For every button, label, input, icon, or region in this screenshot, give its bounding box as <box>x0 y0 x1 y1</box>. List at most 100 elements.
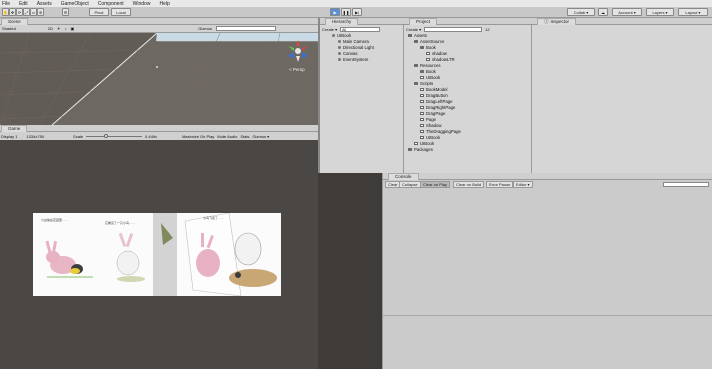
project-item[interactable]: shadowLTR <box>426 57 455 62</box>
account-button[interactable]: Account ▾ <box>612 8 642 16</box>
project-item[interactable]: Resources <box>414 63 441 68</box>
play-icon[interactable]: ▶ <box>330 8 340 16</box>
script-icon <box>420 94 424 98</box>
hierarchy-item[interactable]: Canvas <box>338 51 358 56</box>
hierarchy-item[interactable]: Main Camera <box>338 39 369 44</box>
scale-slider-handle[interactable] <box>104 133 109 138</box>
hierarchy-search-input[interactable]: All <box>340 26 381 32</box>
console-clear-on-build-button[interactable]: Clear on Build <box>453 181 485 188</box>
mute-audio-toggle[interactable]: Mute Audio <box>217 134 237 139</box>
project-item[interactable]: AssetSource <box>414 39 444 44</box>
project-item[interactable]: BookModel <box>420 87 448 92</box>
project-item[interactable]: UIBook <box>420 75 440 80</box>
project-item[interactable]: Book <box>420 69 436 74</box>
menu-component[interactable]: Component <box>98 1 124 7</box>
project-item-label: Page <box>426 117 437 122</box>
persp-label[interactable]: < Persp <box>289 67 305 72</box>
file-icon <box>414 142 418 146</box>
tab-project[interactable]: Project <box>409 17 438 25</box>
project-item[interactable]: UIBook <box>414 141 434 146</box>
game-viewport[interactable]: 小白兔在花园里…… 它看见了一只小鸟…… 小鸟飞走了…… <box>0 140 318 369</box>
collab-button[interactable]: Collab ▾ <box>567 8 595 16</box>
console-editor-dropdown[interactable]: Editor ▾ <box>513 181 533 188</box>
layout-button[interactable]: Layout ▾ <box>678 8 708 16</box>
project-tab-label: Project <box>416 19 431 24</box>
project-create-button[interactable]: Create ▾ <box>406 27 421 32</box>
project-item[interactable]: UIBook <box>420 135 440 140</box>
menu-file[interactable]: File <box>2 1 10 7</box>
project-item[interactable]: DragPage <box>420 111 445 116</box>
project-item[interactable]: TheDraggingPage <box>420 129 461 134</box>
menu-bar: File Edit Assets GameObject Component Wi… <box>0 0 712 7</box>
project-item-label: shadowLTR <box>432 57 455 62</box>
project-item[interactable]: Shadow <box>420 123 442 128</box>
audio-icon[interactable]: ♪ <box>65 26 67 31</box>
project-item[interactable]: Book <box>420 45 436 50</box>
local-button[interactable]: Local <box>111 8 131 16</box>
tab-inspector[interactable]: ⓘ Inspector <box>537 17 577 25</box>
transform-tool-icon[interactable]: ⊕ <box>37 8 44 16</box>
project-item-label: Resources <box>420 63 441 68</box>
scale-tool-icon[interactable]: ⤢ <box>23 8 30 16</box>
project-item[interactable]: shadow <box>426 51 447 56</box>
pivot-button[interactable]: Pivot <box>89 8 109 16</box>
script-icon <box>420 124 424 128</box>
project-item[interactable]: Scripts <box>414 81 433 86</box>
hierarchy-tab-label: Hierarchy <box>332 19 352 24</box>
hierarchy-item[interactable]: UIBook <box>332 33 351 38</box>
tab-scene[interactable]: Scene <box>1 17 28 25</box>
display-dropdown[interactable]: Display 1 <box>1 134 17 139</box>
hierarchy-item-label: EventSystem <box>343 57 369 62</box>
custom-tool-icon[interactable]: ⚙ <box>62 8 69 16</box>
menu-window[interactable]: Window <box>133 1 151 7</box>
project-item[interactable]: Page <box>420 117 436 122</box>
layers-button[interactable]: Layers ▾ <box>646 8 674 16</box>
scene-orientation-gizmo[interactable] <box>286 39 310 63</box>
tab-game[interactable]: Game <box>1 124 28 132</box>
tab-console[interactable]: Console <box>388 172 419 180</box>
hand-tool-icon[interactable]: ✋ <box>2 8 9 16</box>
project-search-input[interactable] <box>424 26 483 32</box>
hierarchy-item[interactable]: Directional Light <box>338 45 374 50</box>
scene-viewport[interactable]: < Persp <box>0 33 318 125</box>
rect-tool-icon[interactable]: ▭ <box>30 8 37 16</box>
menu-edit[interactable]: Edit <box>19 1 28 7</box>
project-item-label: Shadow <box>426 123 442 128</box>
menu-assets[interactable]: Assets <box>37 1 52 7</box>
project-item[interactable]: DragButton <box>420 93 448 98</box>
script-icon <box>420 136 424 140</box>
step-icon[interactable]: ▶| <box>352 8 362 16</box>
maximize-on-play-toggle[interactable]: Maximize On Play <box>182 134 214 139</box>
console-clear-on-play-button[interactable]: Clear on Play <box>420 181 451 188</box>
cloud-icon[interactable]: ☁ <box>598 8 608 16</box>
light-icon[interactable]: ☀ <box>57 26 61 31</box>
move-tool-icon[interactable]: ✥ <box>9 8 16 16</box>
menu-gameobject[interactable]: GameObject <box>61 1 89 7</box>
picture-book[interactable]: 小白兔在花园里…… 它看见了一只小鸟…… 小鸟飞走了…… <box>33 212 281 297</box>
hierarchy-create-button[interactable]: Create ▾ <box>322 27 337 32</box>
console-split-divider[interactable] <box>383 315 712 316</box>
rotate-tool-icon[interactable]: ⟳ <box>16 8 23 16</box>
menu-help[interactable]: Help <box>159 1 169 7</box>
project-item[interactable]: Packages <box>408 147 433 152</box>
console-search-input[interactable] <box>663 182 709 187</box>
console-error-pause-button[interactable]: Error Pause <box>486 181 514 188</box>
project-item[interactable]: Assets <box>408 33 427 38</box>
shading-dropdown[interactable]: Shaded <box>2 26 16 31</box>
project-item-label: DragButton <box>426 93 448 98</box>
scale-slider[interactable] <box>86 133 143 138</box>
hierarchy-item[interactable]: EventSystem <box>338 57 368 62</box>
scene-gizmos-dropdown[interactable]: Gizmos <box>198 26 212 31</box>
book-illustration <box>33 212 281 297</box>
stats-toggle[interactable]: Stats <box>240 134 249 139</box>
project-item[interactable]: DragRightPage <box>420 105 455 110</box>
console-collapse-button[interactable]: Collapse <box>399 181 421 188</box>
scene-search-input[interactable] <box>215 26 276 31</box>
pause-icon[interactable]: ❚❚ <box>341 8 351 16</box>
effects-icon[interactable]: ▣ <box>71 26 75 31</box>
tab-hierarchy[interactable]: Hierarchy <box>325 17 359 25</box>
resolution-dropdown[interactable]: 1334x750 <box>26 134 44 139</box>
mode-2d-toggle[interactable]: 2D <box>48 26 53 31</box>
project-item[interactable]: DragLeftPage <box>420 99 453 104</box>
game-gizmos-dropdown[interactable]: Gizmos ▾ <box>252 134 269 139</box>
